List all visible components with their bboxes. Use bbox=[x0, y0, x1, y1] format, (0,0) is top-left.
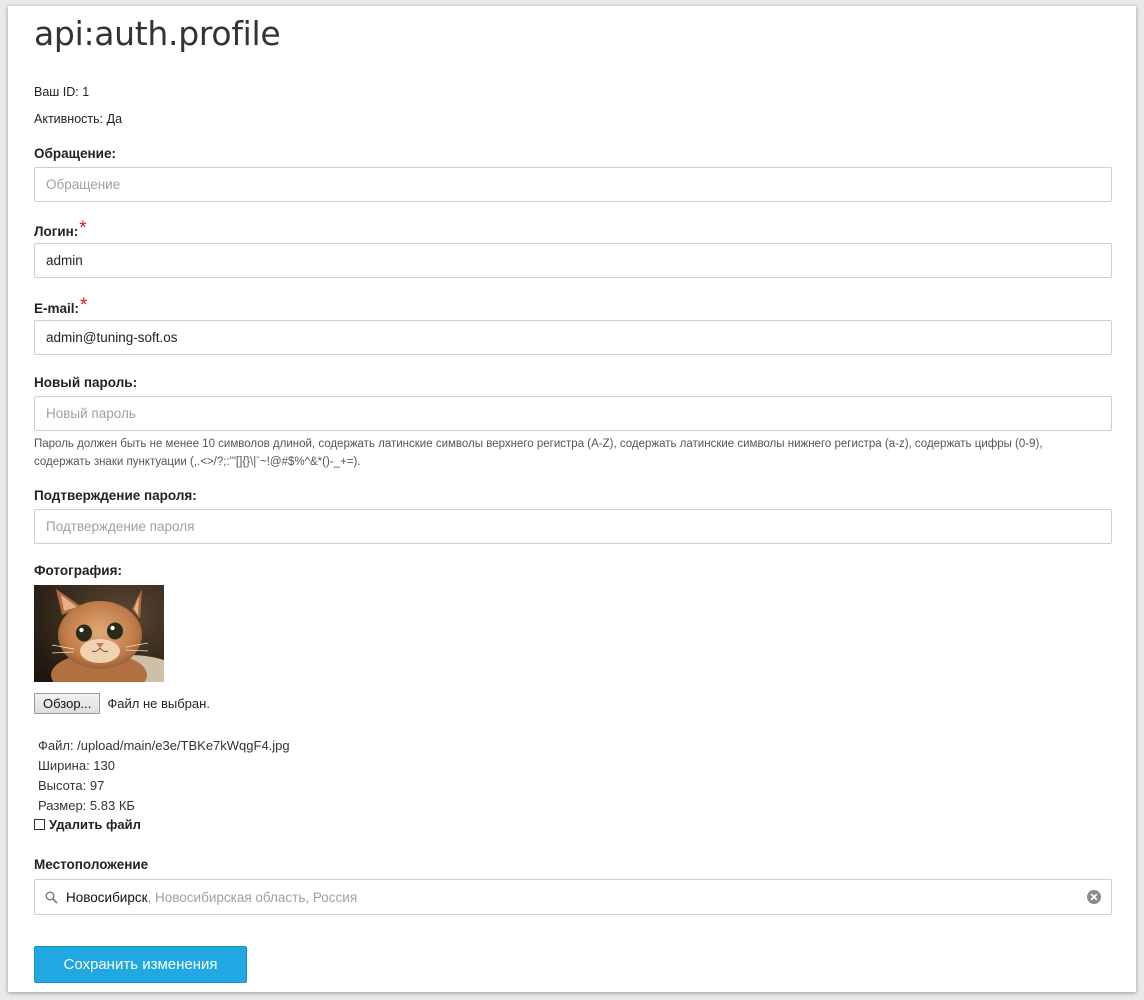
new-password-input[interactable] bbox=[34, 396, 1112, 431]
required-mark: * bbox=[80, 295, 88, 316]
file-info: Файл: /upload/main/e3e/TBKe7kWqgF4.jpg Ш… bbox=[38, 736, 290, 816]
user-id-value: 1 bbox=[82, 85, 90, 99]
profile-photo bbox=[34, 585, 164, 682]
email-label-text: E-mail: bbox=[34, 301, 80, 316]
required-mark: * bbox=[79, 218, 87, 239]
activity-line: Активность: Да bbox=[34, 112, 122, 126]
user-id-label: Ваш ID: bbox=[34, 85, 79, 99]
user-id-line: Ваш ID: 1 bbox=[34, 85, 89, 99]
location-city: Новосибирск bbox=[66, 889, 148, 905]
no-file-text: Файл не выбран. bbox=[107, 695, 210, 711]
password-hint-line: содержать знаки пунктуации (,.<>/?;:'"[]… bbox=[34, 456, 361, 468]
location-region: , Новосибирская область, Россия bbox=[147, 889, 358, 905]
location-label: Местоположение bbox=[34, 857, 149, 872]
salutation-input[interactable] bbox=[34, 167, 1112, 202]
login-label: Логин:* bbox=[34, 218, 87, 242]
password-hint: Пароль должен быть не менее 10 символов … bbox=[34, 435, 1112, 471]
delete-file-label: Удалить файл bbox=[49, 817, 141, 832]
photo-label: Фотография: bbox=[34, 563, 122, 578]
login-label-text: Логин: bbox=[34, 224, 79, 239]
delete-file-checkbox[interactable] bbox=[34, 819, 45, 830]
confirm-password-label: Подтверждение пароля: bbox=[34, 488, 197, 503]
password-hint-line: Пароль должен быть не менее 10 символов … bbox=[34, 438, 1043, 450]
file-height: Высота: 97 bbox=[38, 778, 105, 793]
confirm-password-input[interactable] bbox=[34, 509, 1112, 544]
file-path: Файл: /upload/main/e3e/TBKe7kWqgF4.jpg bbox=[38, 738, 290, 753]
search-icon bbox=[45, 891, 58, 904]
email-label: E-mail:* bbox=[34, 295, 88, 319]
page-title: api:auth.profile bbox=[34, 14, 281, 53]
file-input-row: Обзор... Файл не выбран. bbox=[34, 692, 210, 714]
save-button[interactable]: Сохранить изменения bbox=[34, 946, 247, 983]
delete-file-row[interactable]: Удалить файл bbox=[34, 817, 141, 832]
cat-photo-image bbox=[34, 585, 164, 682]
browse-button[interactable]: Обзор... bbox=[34, 692, 101, 714]
email-input[interactable] bbox=[34, 320, 1112, 355]
salutation-label: Обращение: bbox=[34, 146, 116, 161]
new-password-label: Новый пароль: bbox=[34, 375, 138, 390]
location-input[interactable]: Новосибирск, Новосибирская область, Росс… bbox=[34, 879, 1112, 915]
clear-icon[interactable] bbox=[1087, 890, 1101, 904]
activity-label: Активность: bbox=[34, 112, 104, 126]
login-input[interactable] bbox=[34, 243, 1112, 278]
profile-panel: api:auth.profile Ваш ID: 1 Активность: Д… bbox=[8, 6, 1136, 992]
file-size: Размер: 5.83 КБ bbox=[38, 798, 135, 813]
file-width: Ширина: 130 bbox=[38, 758, 115, 773]
activity-value: Да bbox=[106, 112, 123, 126]
